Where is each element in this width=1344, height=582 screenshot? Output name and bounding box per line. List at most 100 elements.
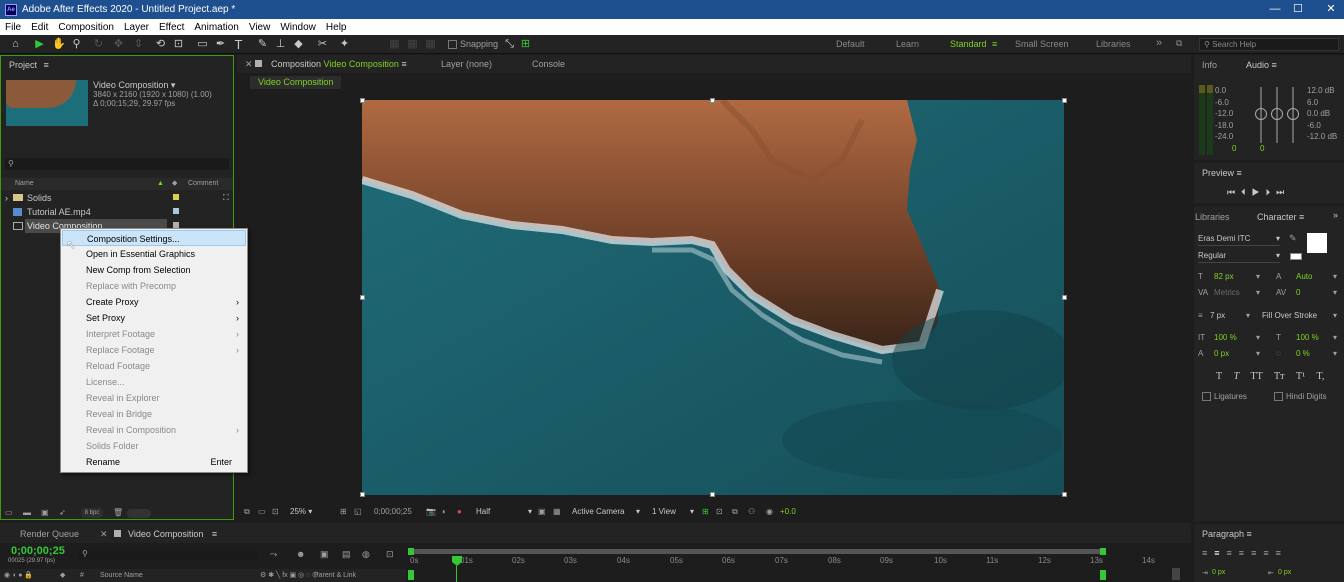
close-tab-icon[interactable]: ✕ — [100, 529, 108, 540]
axis-local-icon[interactable]: ▦ — [388, 38, 401, 51]
shy-icon[interactable]: ▣ — [320, 549, 329, 560]
workspace-libraries[interactable]: Libraries — [1096, 39, 1131, 49]
justify-left-icon[interactable]: ≡ — [1239, 548, 1251, 558]
align-left-icon[interactable]: ≡ — [1202, 548, 1214, 558]
parent-link-header[interactable]: Parent & Link — [314, 569, 356, 582]
workspace-standard[interactable]: Standard — [950, 39, 987, 49]
orbit-tool-icon[interactable]: ↻ — [92, 38, 105, 51]
vr-icon[interactable]: ⊡ — [272, 505, 279, 519]
menu-composition[interactable]: Composition — [58, 22, 114, 33]
stroke-type-dropdown[interactable]: Fill Over Stroke — [1262, 311, 1317, 320]
faux-bold-button[interactable]: T — [1216, 371, 1222, 382]
render-queue-tab[interactable]: Render Queue — [20, 529, 79, 539]
axis-world-icon[interactable]: ▦ — [406, 38, 419, 51]
ligatures-checkbox[interactable] — [1202, 392, 1211, 402]
menu-item-set-proxy[interactable]: Set Proxy › — [62, 310, 246, 326]
audio-tab[interactable]: Audio ≡ — [1246, 60, 1277, 70]
more-panels-icon[interactable]: » — [1333, 210, 1338, 220]
search-help-field[interactable]: ⚲ Search Help — [1199, 38, 1339, 51]
dropdown-arrow-icon[interactable]: ▾ — [1333, 288, 1337, 297]
comp-viewer-tab[interactable]: Composition Video Composition ≡ — [271, 59, 407, 69]
justify-all-icon[interactable]: ≡ — [1276, 548, 1288, 558]
reset-exposure-icon[interactable]: ◉ — [766, 505, 773, 519]
justify-center-icon[interactable]: ≡ — [1251, 548, 1263, 558]
dolly-tool-icon[interactable]: ⇕ — [132, 38, 145, 51]
type-tool-icon[interactable]: T — [232, 38, 245, 51]
transparency-grid-icon[interactable]: ▦ — [553, 505, 561, 519]
home-icon[interactable]: ⌂ — [9, 38, 22, 51]
indent-right-value[interactable]: 0 px — [1278, 569, 1291, 576]
dropdown-arrow-icon[interactable]: ▾ — [1256, 272, 1260, 281]
left-volume-knob[interactable] — [1255, 108, 1267, 120]
dropdown-arrow-icon[interactable]: ▾ — [1256, 349, 1260, 358]
faux-italic-button[interactable]: T — [1234, 371, 1240, 382]
dropdown-arrow-icon[interactable]: ▾ — [1333, 311, 1337, 320]
source-name-header[interactable]: Source Name — [100, 569, 143, 582]
panel-menu-icon[interactable]: ≡ — [44, 60, 49, 70]
close-tab-icon[interactable]: ✕ — [245, 59, 253, 70]
dropdown-arrow-icon[interactable]: ▾ — [1246, 311, 1250, 320]
rotation-tool-icon[interactable]: ⟲ — [154, 38, 167, 51]
vertical-scale-value[interactable]: 100 % — [1214, 333, 1237, 342]
puppet-tool-icon[interactable]: ✦ — [338, 38, 351, 51]
viewer-timecode[interactable]: 0;00;00;25 — [374, 505, 412, 519]
workspace-small-screen[interactable]: Small Screen — [1015, 39, 1069, 49]
paragraph-tab[interactable]: Paragraph ≡ — [1202, 529, 1252, 539]
flowchart-view-icon[interactable]: ⚇ — [748, 505, 755, 519]
dropdown-arrow-icon[interactable]: ▾ — [1333, 333, 1337, 342]
snap-edges-icon[interactable]: ⤡ — [503, 38, 516, 51]
menu-help[interactable]: Help — [326, 22, 347, 33]
project-search-input[interactable]: ⚲ — [5, 158, 229, 170]
all-caps-button[interactable]: TT — [1251, 371, 1263, 382]
new-comp-icon[interactable]: ▣ — [41, 508, 49, 517]
indent-left-value[interactable]: 0 px — [1212, 569, 1225, 576]
show-snapshot-icon[interactable]: ◐ — [442, 505, 447, 519]
snapshot-icon[interactable]: 📷 — [426, 505, 436, 519]
corner-handle[interactable] — [1062, 98, 1067, 103]
zoom-tool-icon[interactable]: ⚲ — [70, 38, 83, 51]
font-family-dropdown[interactable]: Eras Demi ITC ▾ — [1198, 234, 1280, 246]
menu-animation[interactable]: Animation — [194, 22, 238, 33]
align-right-icon[interactable]: ≡ — [1227, 548, 1239, 558]
frame-blending-icon[interactable]: ▤ — [342, 549, 351, 560]
interpret-footage-icon[interactable]: ▭ — [5, 508, 13, 517]
number-column-icon[interactable]: # — [80, 569, 84, 582]
channel-icon[interactable]: ● — [457, 505, 462, 519]
edge-handle[interactable] — [710, 98, 715, 103]
project-tab[interactable]: Project — [9, 60, 37, 70]
workspace-menu-icon[interactable]: ≡ — [992, 39, 997, 49]
eyedropper-icon[interactable]: ✎ — [1289, 233, 1297, 244]
panel-menu-icon[interactable]: ≡ — [1299, 212, 1304, 222]
pan-tool-icon[interactable]: ✥ — [112, 38, 125, 51]
swap-colors-icon[interactable] — [1290, 253, 1302, 260]
next-frame-icon[interactable]: ⏵ — [1266, 187, 1277, 197]
corner-handle[interactable] — [360, 492, 365, 497]
layer-viewer-tab[interactable]: Layer (none) — [441, 59, 492, 69]
fill-color-swatch[interactable] — [1307, 233, 1327, 253]
more-workspaces-icon[interactable]: » — [1156, 37, 1162, 49]
prev-frame-icon[interactable]: ⏴ — [1241, 187, 1252, 197]
subscript-button[interactable]: T, — [1316, 371, 1324, 382]
dropdown-arrow-icon[interactable]: ▾ — [1256, 288, 1260, 297]
project-item-solids[interactable]: › Solids ⛶ — [1, 191, 233, 205]
justify-right-icon[interactable]: ≡ — [1263, 548, 1275, 558]
axis-view-icon[interactable]: ▦ — [424, 38, 437, 51]
delete-icon[interactable]: 🗑 — [113, 508, 123, 517]
panel-menu-icon[interactable]: ≡ — [1237, 168, 1242, 178]
menu-item-reveal-in-composition[interactable]: Reveal in Composition › — [62, 422, 246, 438]
hand-tool-icon[interactable]: ✋ — [52, 38, 66, 51]
project-item-footage[interactable]: Tutorial AE.mp4 — [1, 205, 233, 219]
hindi-digits-option[interactable]: Hindi Digits — [1274, 392, 1326, 402]
lock-icon[interactable] — [255, 60, 262, 67]
timeline-timecode[interactable]: 0;00;00;25 — [11, 545, 65, 557]
menu-item-new-comp-from-selection[interactable]: New Comp from Selection — [62, 262, 246, 278]
menu-item-composition-settings[interactable]: Composition Settings... — [62, 230, 246, 246]
lock-icon[interactable] — [114, 530, 121, 537]
workspace-learn[interactable]: Learn — [896, 39, 919, 49]
snapping-checkbox[interactable] — [448, 40, 457, 50]
motion-blur-icon[interactable]: ◍ — [362, 549, 370, 560]
thumbnail-scroll[interactable] — [127, 509, 151, 518]
sort-icon[interactable]: ▲ — [157, 178, 164, 190]
resolution-dropdown[interactable]: Half ▾ — [476, 505, 532, 519]
close-icon[interactable]: ✕ — [1308, 0, 1344, 19]
